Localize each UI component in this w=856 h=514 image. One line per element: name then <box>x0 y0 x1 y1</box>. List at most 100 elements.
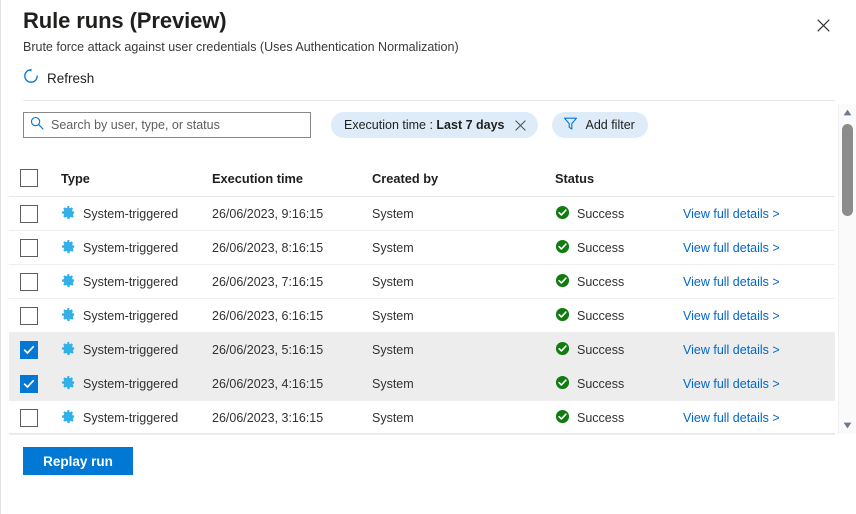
rule-runs-panel: Rule runs (Preview) Brute force attack a… <box>0 0 856 514</box>
cell-created-by: System <box>372 275 555 289</box>
filter-bar: Execution time : Last 7 days Add filter <box>23 112 648 138</box>
cell-type-label: System-triggered <box>83 377 178 391</box>
filter-pill-field: Execution time : <box>344 118 436 132</box>
gear-icon <box>61 307 76 325</box>
gear-icon <box>61 409 76 427</box>
search-box[interactable] <box>23 112 311 138</box>
status-label: Success <box>577 411 624 425</box>
scrollbar-thumb[interactable] <box>842 124 853 216</box>
row-select-cell <box>9 409 61 427</box>
row-checkbox[interactable] <box>20 273 38 291</box>
cell-actions: View full details > <box>683 309 835 323</box>
row-checkbox[interactable] <box>20 239 38 257</box>
search-input[interactable] <box>51 118 304 132</box>
cell-execution-time: 26/06/2023, 8:16:15 <box>212 241 372 255</box>
cell-created-by: System <box>372 377 555 391</box>
status-label: Success <box>577 377 624 391</box>
scroll-down-icon[interactable] <box>839 417 856 434</box>
row-checkbox[interactable] <box>20 409 38 427</box>
table-row[interactable]: System-triggered 26/06/2023, 5:16:15 Sys… <box>9 333 835 367</box>
table-row[interactable]: System-triggered 26/06/2023, 6:16:15 Sys… <box>9 299 835 333</box>
footer-divider <box>9 433 835 434</box>
cell-type-label: System-triggered <box>83 207 178 221</box>
column-header-type[interactable]: Type <box>61 171 212 186</box>
row-checkbox[interactable] <box>20 307 38 325</box>
row-checkbox[interactable] <box>20 375 38 393</box>
refresh-label: Refresh <box>47 71 94 86</box>
cell-type: System-triggered <box>61 273 212 291</box>
replay-run-button[interactable]: Replay run <box>23 447 133 475</box>
table-row[interactable]: System-triggered 26/06/2023, 7:16:15 Sys… <box>9 265 835 299</box>
cell-type: System-triggered <box>61 375 212 393</box>
view-full-details-link[interactable]: View full details > <box>683 275 780 289</box>
cell-actions: View full details > <box>683 241 835 255</box>
close-icon[interactable] <box>514 118 528 132</box>
status-label: Success <box>577 343 624 357</box>
gear-icon <box>61 205 76 223</box>
view-full-details-link[interactable]: View full details > <box>683 411 780 425</box>
cell-execution-time: 26/06/2023, 5:16:15 <box>212 343 372 357</box>
status-label: Success <box>577 275 624 289</box>
cell-type: System-triggered <box>61 205 212 223</box>
select-all-cell <box>9 169 61 187</box>
status-label: Success <box>577 241 624 255</box>
success-icon <box>555 341 570 359</box>
row-select-cell <box>9 375 61 393</box>
cell-type-label: System-triggered <box>83 411 178 425</box>
view-full-details-link[interactable]: View full details > <box>683 241 780 255</box>
cell-created-by: System <box>372 207 555 221</box>
cell-status: Success <box>555 239 683 257</box>
page-title: Rule runs (Preview) <box>23 8 227 34</box>
cell-actions: View full details > <box>683 377 835 391</box>
row-select-cell <box>9 341 61 359</box>
cell-created-by: System <box>372 343 555 357</box>
cell-type: System-triggered <box>61 409 212 427</box>
view-full-details-link[interactable]: View full details > <box>683 207 780 221</box>
gear-icon <box>61 375 76 393</box>
cell-type: System-triggered <box>61 341 212 359</box>
column-header-execution-time[interactable]: Execution time <box>212 171 372 186</box>
cell-actions: View full details > <box>683 275 835 289</box>
search-icon <box>30 116 44 135</box>
column-header-status[interactable]: Status <box>555 171 683 186</box>
gear-icon <box>61 273 76 291</box>
cell-execution-time: 26/06/2023, 6:16:15 <box>212 309 372 323</box>
vertical-scrollbar[interactable] <box>838 104 856 434</box>
add-filter-button[interactable]: Add filter <box>552 112 648 138</box>
cell-type-label: System-triggered <box>83 275 178 289</box>
rule-runs-table: Type Execution time Created by Status Sy… <box>9 160 835 435</box>
cell-execution-time: 26/06/2023, 4:16:15 <box>212 377 372 391</box>
view-full-details-link[interactable]: View full details > <box>683 309 780 323</box>
filter-pill-execution-time[interactable]: Execution time : Last 7 days <box>331 112 538 138</box>
cell-status: Success <box>555 205 683 223</box>
table-row[interactable]: System-triggered 26/06/2023, 3:16:15 Sys… <box>9 401 835 435</box>
row-checkbox[interactable] <box>20 205 38 223</box>
success-icon <box>555 375 570 393</box>
filter-pill-text: Execution time : Last 7 days <box>344 118 505 132</box>
filter-pill-value: Last 7 days <box>436 118 504 132</box>
cell-status: Success <box>555 307 683 325</box>
view-full-details-link[interactable]: View full details > <box>683 343 780 357</box>
command-bar-divider <box>23 100 835 101</box>
table-row[interactable]: System-triggered 26/06/2023, 9:16:15 Sys… <box>9 197 835 231</box>
panel-header: Rule runs (Preview) Brute force attack a… <box>1 0 856 100</box>
cell-status: Success <box>555 341 683 359</box>
success-icon <box>555 307 570 325</box>
page-subtitle: Brute force attack against user credenti… <box>23 40 459 54</box>
cell-type-label: System-triggered <box>83 241 178 255</box>
cell-status: Success <box>555 273 683 291</box>
refresh-button[interactable]: Refresh <box>23 68 94 89</box>
column-header-created-by[interactable]: Created by <box>372 171 555 186</box>
status-label: Success <box>577 309 624 323</box>
row-checkbox[interactable] <box>20 341 38 359</box>
cell-type-label: System-triggered <box>83 343 178 357</box>
close-icon[interactable] <box>810 12 836 38</box>
cell-actions: View full details > <box>683 207 835 221</box>
table-row[interactable]: System-triggered 26/06/2023, 8:16:15 Sys… <box>9 231 835 265</box>
success-icon <box>555 409 570 427</box>
gear-icon <box>61 239 76 257</box>
scroll-up-icon[interactable] <box>839 104 856 121</box>
view-full-details-link[interactable]: View full details > <box>683 377 780 391</box>
table-row[interactable]: System-triggered 26/06/2023, 4:16:15 Sys… <box>9 367 835 401</box>
select-all-checkbox[interactable] <box>20 169 38 187</box>
